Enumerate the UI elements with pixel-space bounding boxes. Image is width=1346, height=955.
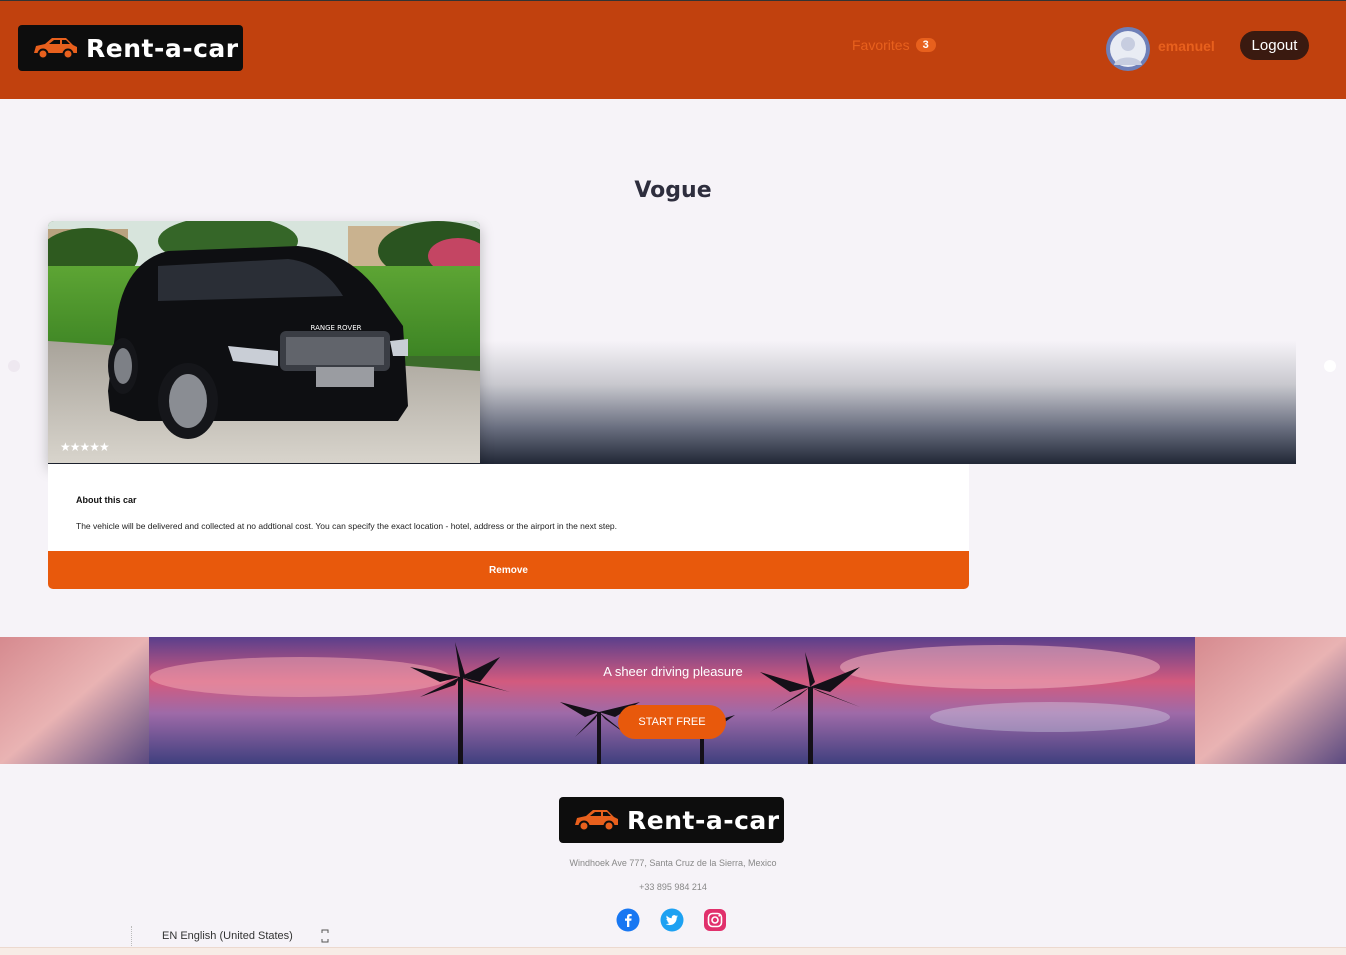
car-icon	[575, 810, 618, 832]
footer-phone: +33 895 984 214	[639, 882, 707, 892]
brand-name: Rent-a-car	[86, 33, 239, 63]
user-avatar[interactable]	[1106, 27, 1150, 71]
language-select[interactable]: EN English (United States)	[131, 926, 331, 946]
car-photo: RANGE ROVER ★★★★★	[48, 221, 480, 463]
about-text: The vehicle will be delivered and collec…	[76, 521, 618, 531]
sunset-background	[0, 637, 1346, 764]
footer-logo[interactable]: Rent-a-car	[559, 797, 784, 843]
logout-button[interactable]: Logout	[1240, 31, 1309, 60]
chevron-left-icon[interactable]	[8, 360, 20, 372]
about-card: About this car The vehicle will be deliv…	[48, 464, 969, 552]
favorites-label: Favorites	[852, 37, 910, 53]
footer-brand-name: Rent-a-car	[627, 805, 780, 835]
chevron-updown-icon	[321, 929, 329, 943]
car-title: Vogue	[634, 178, 712, 203]
car-photo-illustration: RANGE ROVER	[48, 221, 480, 463]
promo-banner: A sheer driving pleasure START FREE	[0, 637, 1346, 764]
about-title: About this car	[76, 495, 137, 505]
rating-stars: ★★★★★	[60, 440, 110, 454]
language-label: EN English (United States)	[162, 930, 293, 942]
range-rover-badge: RANGE ROVER	[310, 324, 361, 332]
bottom-strip	[0, 947, 1346, 955]
banner-tagline: A sheer driving pleasure	[603, 664, 743, 679]
instagram-icon[interactable]	[703, 908, 727, 932]
favorites-count-badge: 3	[915, 38, 936, 52]
car-icon	[34, 38, 77, 60]
remove-button[interactable]: Remove	[48, 551, 969, 589]
brand-logo[interactable]: Rent-a-car	[18, 25, 243, 71]
username-label[interactable]: emanuel	[1158, 38, 1215, 54]
facebook-icon[interactable]	[616, 908, 640, 932]
site-header: Rent-a-car Favorites 3 emanuel Logout	[0, 0, 1346, 99]
favorites-link[interactable]: Favorites 3	[852, 37, 936, 53]
avatar-icon	[1107, 28, 1149, 70]
footer-address: Windhoek Ave 777, Santa Cruz de la Sierr…	[569, 858, 777, 868]
chevron-right-icon[interactable]	[1324, 360, 1336, 372]
start-free-button[interactable]: START FREE	[618, 705, 726, 739]
twitter-icon[interactable]	[660, 908, 684, 932]
